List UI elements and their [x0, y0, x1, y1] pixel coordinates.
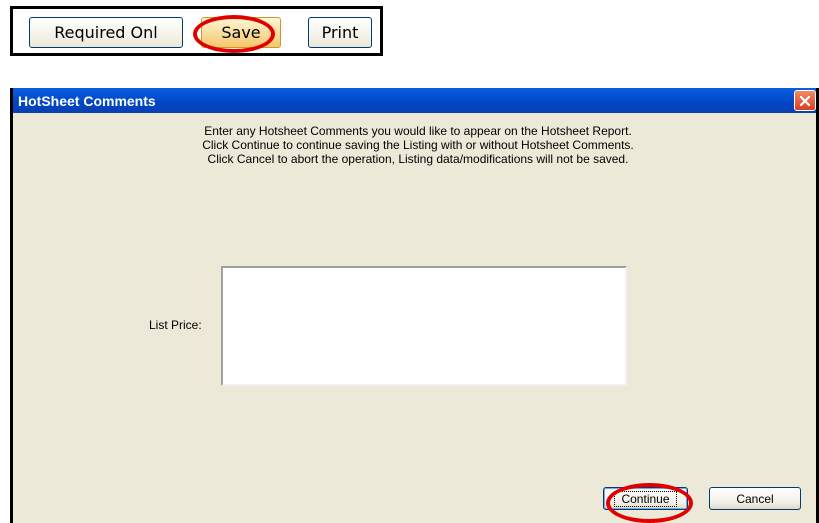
instruction-line: Click Cancel to abort the operation, Lis…	[207, 152, 629, 166]
close-icon	[799, 95, 811, 106]
required-only-button[interactable]: Required Onl	[29, 17, 183, 48]
hotsheet-comments-input[interactable]	[221, 266, 627, 386]
dialog-titlebar: HotSheet Comments	[13, 88, 816, 113]
save-button[interactable]: Save	[201, 17, 281, 48]
list-price-label: List Price:	[149, 318, 202, 332]
toolbar: Required Onl Save Print	[10, 6, 383, 56]
print-button[interactable]: Print	[308, 17, 372, 48]
hotsheet-comments-dialog: HotSheet Comments Enter any Hotsheet Com…	[10, 88, 819, 523]
dialog-title: HotSheet Comments	[18, 92, 156, 109]
instruction-line: Click Continue to continue saving the Li…	[202, 138, 634, 152]
cancel-button[interactable]: Cancel	[709, 487, 801, 510]
instruction-line: Enter any Hotsheet Comments you would li…	[204, 124, 632, 138]
continue-button-label: Continue	[614, 490, 677, 507]
close-button[interactable]	[794, 90, 816, 111]
dialog-instructions: Enter any Hotsheet Comments you would li…	[138, 124, 698, 166]
continue-button[interactable]: Continue	[603, 487, 688, 510]
